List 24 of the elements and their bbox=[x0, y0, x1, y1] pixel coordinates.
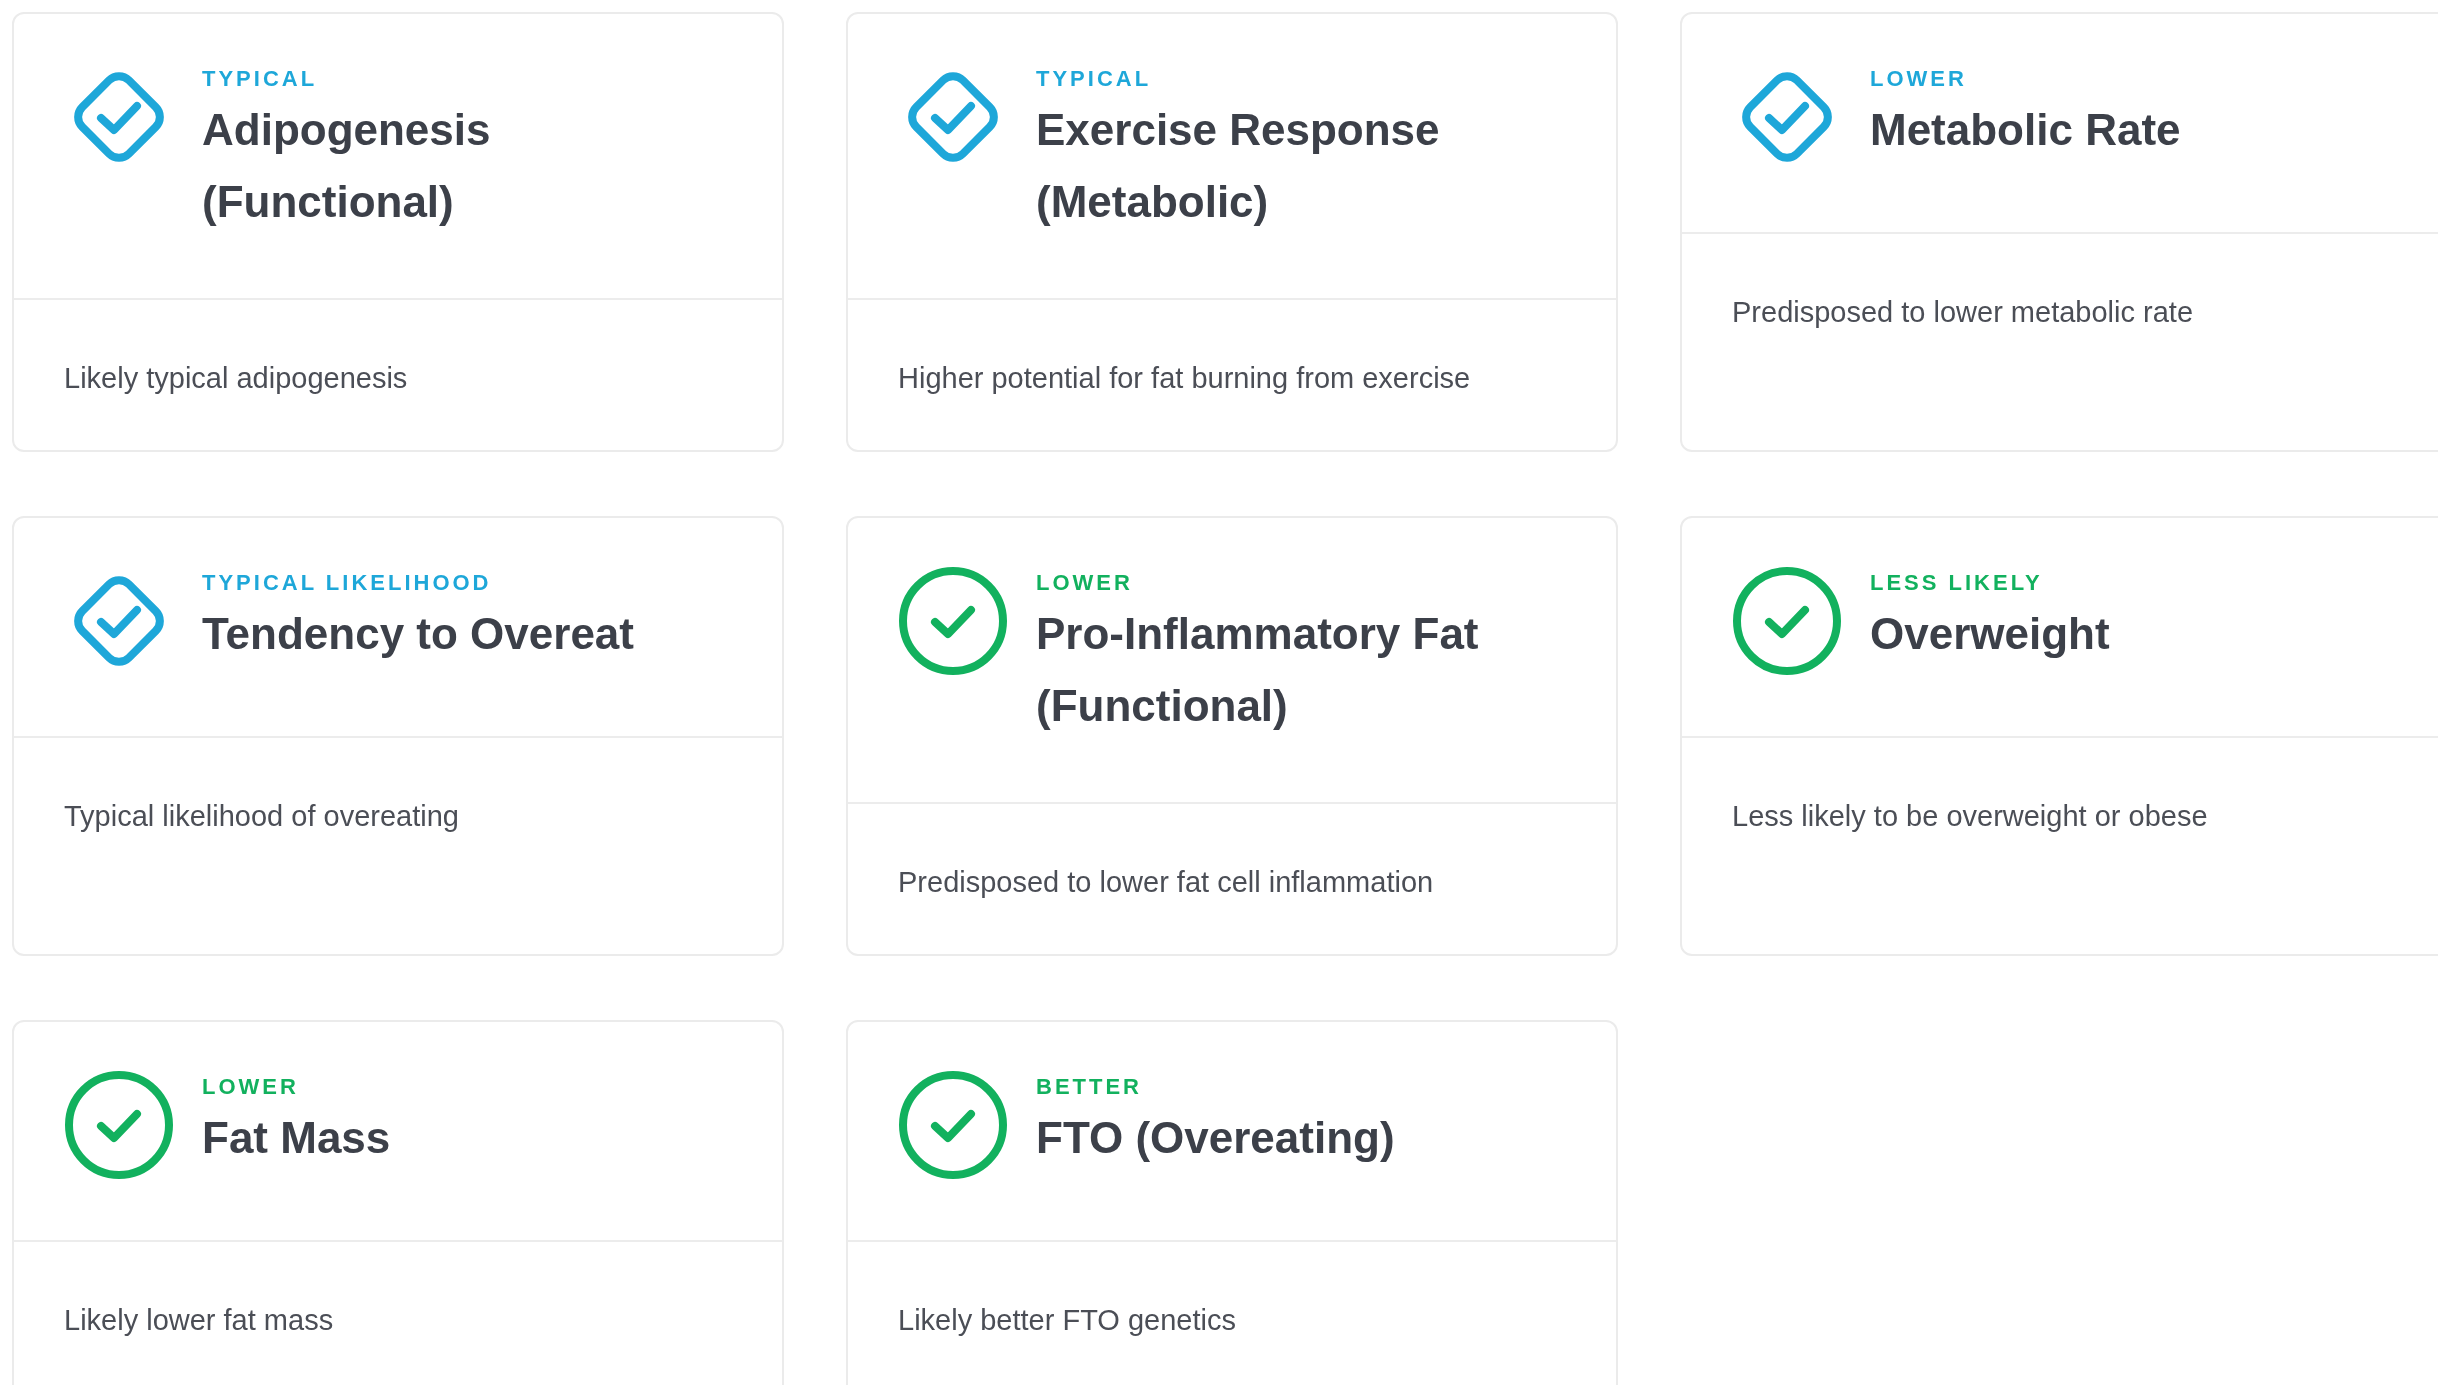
card-description: Higher potential for fat burning from exercise bbox=[898, 362, 1471, 394]
card-description: Predisposed to lower metabolic rate bbox=[1732, 296, 2193, 328]
card-description: Typical likelihood of overeating bbox=[64, 800, 459, 832]
card-title: Tendency to Overeat bbox=[202, 608, 634, 660]
card-title: Pro-Inflammatory Fat (Functional) bbox=[1036, 608, 1480, 732]
category-label: TYPICAL bbox=[202, 65, 319, 93]
card-description: Likely better FTO genetics bbox=[898, 1304, 1236, 1336]
category-label: BETTER bbox=[1036, 1073, 1143, 1101]
category-label: LOWER bbox=[1036, 569, 1134, 597]
category-label: LESS LIKELY bbox=[1870, 569, 2044, 597]
card-title: FTO (Overeating) bbox=[1036, 1112, 1395, 1164]
card-title: Metabolic Rate bbox=[1870, 104, 2181, 156]
card-description: Likely lower fat mass bbox=[64, 1304, 334, 1336]
card-title: Fat Mass bbox=[202, 1112, 391, 1164]
category-label: TYPICAL bbox=[1036, 65, 1153, 93]
category-label: TYPICAL LIKELIHOOD bbox=[202, 569, 493, 597]
card-title: Overweight bbox=[1870, 608, 2110, 660]
card-description: Less likely to be overweight or obese bbox=[1732, 800, 2208, 832]
category-label: LOWER bbox=[202, 1073, 300, 1101]
card-title: Adipogenesis (Functional) bbox=[202, 104, 492, 228]
category-label: LOWER bbox=[1870, 65, 1968, 93]
card-description: Likely typical adipogenesis bbox=[64, 362, 408, 394]
card-description: Predisposed to lower fat cell inflammation bbox=[898, 866, 1434, 898]
card-title: Exercise Response (Metabolic) bbox=[1036, 104, 1441, 228]
